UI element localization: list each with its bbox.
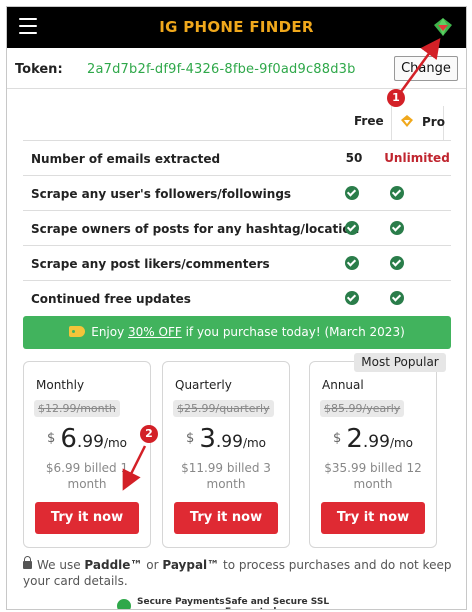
free-check-icon (345, 186, 359, 200)
ssl-label: Safe and Secure SSL Encrypted (225, 597, 330, 609)
feature-row: Scrape owners of posts for any hashtag/l… (23, 210, 451, 245)
pro-gem-icon (401, 115, 413, 127)
secure-badges: Secure Payments Safe and Secure SSL Encr… (117, 597, 377, 609)
secure-payments-label: Secure Payments (137, 597, 225, 607)
price-tag-icon (69, 326, 86, 337)
pro-value: Unlimited (384, 151, 450, 165)
feature-row: Number of emails extracted 50 Unlimited (23, 140, 451, 175)
most-popular-badge: Most Popular (354, 353, 446, 372)
price-period: /mo (103, 436, 128, 450)
free-check-icon (345, 291, 359, 305)
plan-name: Monthly (36, 378, 85, 392)
pro-label: Pro (422, 115, 445, 129)
plan-name: Quarterly (175, 378, 232, 392)
price-currency: $ (332, 431, 342, 446)
free-column-header: Free (354, 114, 384, 128)
feature-label: Scrape any post likers/commenters (31, 257, 270, 271)
lock-icon (23, 556, 32, 569)
plan-price: $ 6.99/mo (24, 424, 150, 454)
plan-card-annual: Annual $85.99/yearly $ 2.99/mo $35.99 bi… (309, 361, 437, 548)
feature-label: Scrape owners of posts for any hashtag/l… (31, 222, 360, 236)
price-dollars: 2 (346, 424, 363, 454)
price-dollars: 3 (199, 424, 216, 454)
pro-check-icon (390, 186, 404, 200)
token-row: Token: 2a7d7b2f-df9f-4326-8fbe-9f0ad9c88… (7, 48, 466, 89)
billed-note: $11.99 billed 3 month (181, 461, 271, 491)
pro-check-icon (390, 291, 404, 305)
plan-card-monthly: Monthly $12.99/month $ 6.99/mo $6.99 bil… (23, 361, 151, 548)
payment-note: We use Paddle™ or Paypal™ to process pur… (23, 556, 455, 589)
try-it-now-button[interactable]: Try it now (35, 502, 139, 534)
plan-card-quarterly: Quarterly $25.99/quarterly $ 3.99/mo $11… (162, 361, 290, 548)
feature-label: Continued free updates (31, 292, 191, 306)
try-it-now-button[interactable]: Try it now (321, 502, 425, 534)
note-prefix: We use (37, 558, 85, 572)
price-cents: .99 (76, 432, 104, 452)
free-value: 50 (345, 151, 363, 165)
change-token-button[interactable]: Change (394, 56, 458, 81)
paddle-name: Paddle™ (84, 558, 143, 572)
price-cents: .99 (215, 432, 243, 452)
feature-label: Number of emails extracted (31, 152, 221, 166)
feature-label: Scrape any user's followers/followings (31, 187, 292, 201)
plan-price: $ 3.99/mo (163, 424, 289, 454)
pro-gem-icon[interactable] (432, 16, 454, 38)
price-period: /mo (389, 436, 414, 450)
app-title: IG PHONE FINDER (159, 18, 314, 36)
plan-name: Annual (322, 378, 364, 392)
feature-row: Scrape any post likers/commenters (23, 245, 451, 280)
promo-banner: Enjoy 30% OFF if you purchase today! (Ma… (23, 316, 451, 349)
old-price: $85.99/yearly (320, 400, 405, 417)
feature-row: Scrape any user's followers/followings (23, 175, 451, 210)
promo-text-end: if you purchase today! (March 2023) (181, 325, 405, 339)
annotation-badge-1: 1 (387, 89, 405, 107)
billed-note: $6.99 billed 1 month (45, 461, 129, 491)
price-period: /mo (242, 436, 267, 450)
plan-price: $ 2.99/mo (310, 424, 436, 454)
token-label: Token: (15, 62, 63, 77)
price-cents: .99 (362, 432, 390, 452)
pro-column-header: Pro (391, 106, 445, 140)
token-value: 2a7d7b2f-df9f-4326-8fbe-9f0ad9c88d3b (87, 62, 356, 77)
old-price: $25.99/quarterly (173, 400, 274, 417)
feature-row: Continued free updates (23, 280, 451, 315)
price-dollars: 6 (60, 424, 77, 454)
try-it-now-button[interactable]: Try it now (174, 502, 278, 534)
paypal-name: Paypal™ (162, 558, 220, 572)
promo-discount: 30% OFF (128, 325, 182, 339)
pro-check-icon (390, 256, 404, 270)
annotation-badge-2: 2 (140, 425, 158, 443)
free-check-icon (345, 256, 359, 270)
note-or: or (142, 558, 163, 572)
pro-check-icon (390, 221, 404, 235)
app-header: IG PHONE FINDER (7, 7, 466, 48)
old-price: $12.99/month (34, 400, 120, 417)
price-currency: $ (46, 431, 56, 446)
promo-text-start: Enjoy (91, 325, 129, 339)
free-check-icon (345, 221, 359, 235)
billed-note: $35.99 billed 12 month (324, 461, 422, 491)
secure-shield-icon (117, 599, 131, 609)
price-currency: $ (185, 431, 195, 446)
